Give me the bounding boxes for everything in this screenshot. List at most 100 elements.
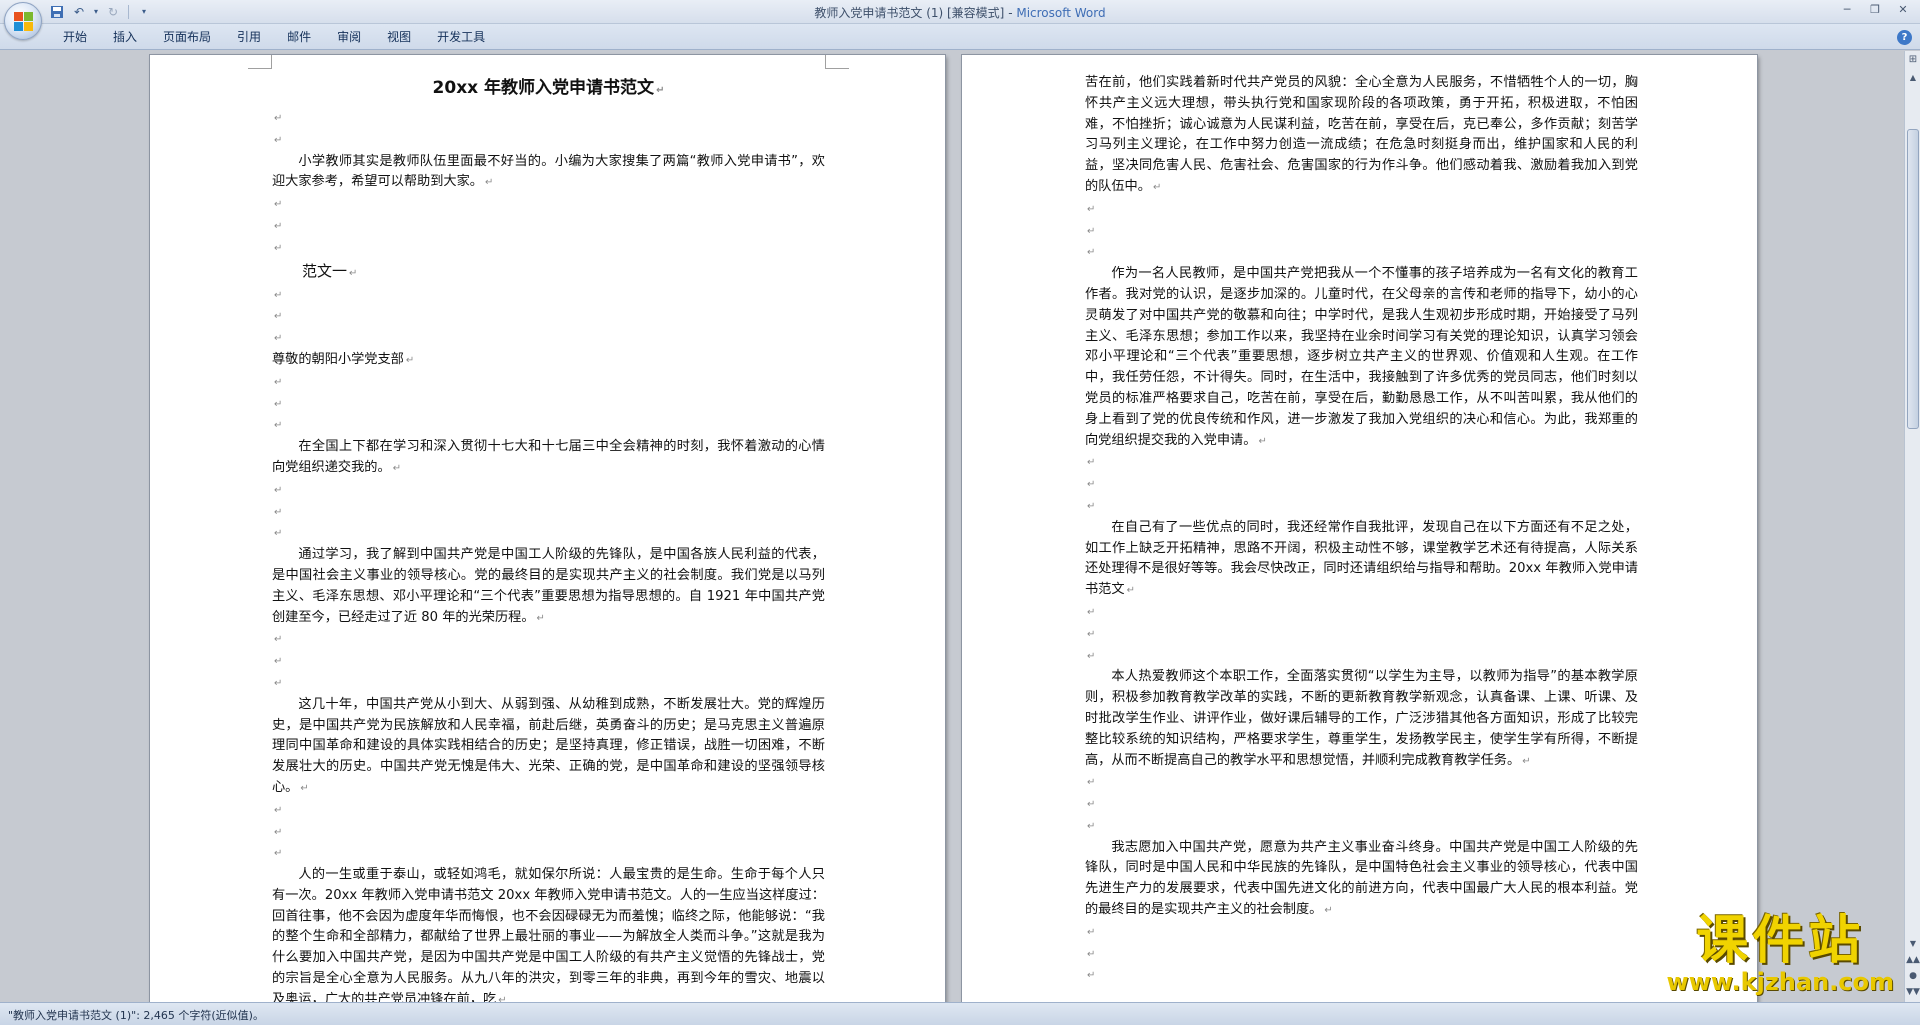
paragraph-mark-icon: ↵ bbox=[274, 376, 283, 388]
paragraph-mark-icon: ↵ bbox=[1087, 820, 1096, 832]
document-workspace[interactable]: 20xx 年教师入党申请书范文 ↵ ↵ ↵ 小学教师其实是教师队伍里面最不好当的。小编为… bbox=[0, 51, 1904, 1002]
restore-icon[interactable]: ❐ bbox=[1864, 2, 1886, 18]
paragraph-mark-icon: ↵ bbox=[274, 333, 283, 345]
paragraph-mark-icon: ↵ bbox=[274, 199, 283, 211]
window-title-doc: 教师入党申请书范文 (1) [兼容模式] bbox=[814, 6, 1005, 20]
paragraph-mark-icon: ↵ bbox=[392, 462, 402, 474]
paragraph-mark-icon: ↵ bbox=[1087, 799, 1096, 811]
empty-paragraph: ↵ bbox=[272, 502, 825, 524]
empty-paragraph: ↵ bbox=[272, 328, 825, 350]
section-heading: 范文一 ↵ bbox=[272, 260, 825, 285]
paragraph-text: 在全国上下都在学习和深入贯彻十七大和十七届三中全会精神的时刻，我怀着激动的心情向… bbox=[272, 439, 825, 475]
previous-page-icon[interactable]: ▲▲ bbox=[1906, 953, 1920, 967]
paragraph-text: 本人热爱教师这个本职工作，全面落实贯彻“以学生为主导，以教师为指导”的基本教学原… bbox=[1085, 669, 1638, 768]
scroll-up-arrow-icon[interactable]: ▲ bbox=[1906, 71, 1920, 85]
empty-paragraph: ↵ bbox=[272, 673, 825, 695]
paragraph-mark-icon: ↵ bbox=[349, 267, 358, 279]
body-paragraph: 人的一生或重于泰山，或轻如鸿毛，就如保尔所说：人最宝贵的是生命。生命于每个人只有… bbox=[272, 865, 825, 1002]
vertical-scrollbar[interactable]: ⊞ ▲ ▼ ▲▲ ● ▼▼ bbox=[1904, 51, 1920, 1002]
ribbon-tab[interactable]: 页面布局 bbox=[150, 24, 224, 50]
paragraph-mark-icon: ↵ bbox=[274, 677, 283, 689]
help-icon[interactable]: ? bbox=[1897, 30, 1912, 45]
empty-paragraph: ↵ bbox=[272, 285, 825, 307]
scroll-down-arrow-icon[interactable]: ▼ bbox=[1906, 937, 1920, 951]
document-page-right[interactable]: 苦在前，他们实践着新时代共产党员的风貌：全心全意为人民服务，不惜牺牲个人的一切，… bbox=[962, 55, 1757, 1002]
paragraph-text: 这几十年，中国共产党从小到大、从弱到强、从幼稚到成熟，不断发展壮大。党的辉煌历史… bbox=[272, 696, 825, 795]
office-button[interactable] bbox=[4, 2, 42, 40]
paragraph-mark-icon: ↵ bbox=[1087, 650, 1096, 662]
empty-paragraph: ↵ bbox=[272, 843, 825, 865]
empty-paragraph: ↵ bbox=[1085, 922, 1638, 944]
paragraph-mark-icon: ↵ bbox=[1087, 203, 1096, 215]
close-icon[interactable]: ✕ bbox=[1892, 2, 1914, 18]
paragraph-mark-icon: ↵ bbox=[274, 113, 283, 124]
paragraph-mark-icon: ↵ bbox=[1087, 777, 1096, 789]
body-paragraph: 在全国上下都在学习和深入贯彻十七大和十七届三中全会精神的时刻，我怀着激动的心情向… bbox=[272, 437, 825, 480]
status-bar: "教师入党申请书范文 (1)": 2,465 个字符(近似值)。 bbox=[0, 1002, 1920, 1025]
empty-paragraph: ↵ bbox=[1085, 944, 1638, 966]
empty-paragraph: ↵ bbox=[1085, 624, 1638, 646]
ribbon-tab[interactable]: 引用 bbox=[224, 24, 274, 50]
window-title: 教师入党申请书范文 (1) [兼容模式] - Microsoft Word bbox=[0, 4, 1920, 21]
empty-paragraph: ↵ bbox=[1085, 474, 1638, 496]
paragraph-mark-icon: ↵ bbox=[1087, 479, 1096, 491]
empty-paragraph: ↵ bbox=[1085, 221, 1638, 243]
paragraph-mark-icon: ↵ bbox=[1152, 181, 1162, 193]
empty-paragraph: ↵ bbox=[272, 130, 825, 152]
paragraph-mark-icon: ↵ bbox=[1258, 435, 1267, 447]
paragraph-mark-icon: ↵ bbox=[498, 994, 507, 1002]
paragraph-mark-icon: ↵ bbox=[274, 804, 283, 816]
page-content-right[interactable]: 苦在前，他们实践着新时代共产党员的风貌：全心全意为人民服务，不惜牺牲个人的一切，… bbox=[1085, 73, 1638, 987]
paragraph-mark-icon: ↵ bbox=[1087, 948, 1096, 960]
empty-paragraph: ↵ bbox=[272, 800, 825, 822]
body-paragraph: 在自己有了一些优点的同时，我还经常作自我批评，发现自己在以下方面还有不足之处，如… bbox=[1085, 518, 1638, 602]
body-paragraph: 作为一名人民教师，是中国共产党把我从一个不懂事的孩子培养成为一名有文化的教育工作… bbox=[1085, 264, 1638, 452]
ribbon-tab[interactable]: 邮件 bbox=[274, 24, 324, 50]
paragraph-mark-icon: ↵ bbox=[1087, 225, 1096, 237]
paragraph-mark-icon: ↵ bbox=[274, 311, 283, 323]
empty-paragraph: ↵ bbox=[272, 651, 825, 673]
paragraph-mark-icon: ↵ bbox=[1522, 755, 1531, 767]
empty-paragraph: ↵ bbox=[1085, 772, 1638, 794]
ribbon-tab[interactable]: 视图 bbox=[374, 24, 424, 50]
empty-paragraph: ↵ bbox=[272, 194, 825, 216]
paragraph-mark-icon: ↵ bbox=[656, 85, 665, 96]
select-browse-object-icon[interactable]: ● bbox=[1906, 969, 1920, 983]
paragraph-mark-icon: ↵ bbox=[536, 612, 545, 624]
empty-paragraph: ↵ bbox=[1085, 199, 1638, 221]
office-logo-icon bbox=[14, 12, 34, 32]
scrollbar-thumb[interactable] bbox=[1907, 129, 1919, 429]
paragraph-mark-icon: ↵ bbox=[274, 528, 283, 540]
window-controls: ─ ❐ ✕ bbox=[1836, 2, 1914, 18]
ribbon-tab[interactable]: 审阅 bbox=[324, 24, 374, 50]
ribbon-tab[interactable]: 开发工具 bbox=[424, 24, 498, 50]
next-page-icon[interactable]: ▼▼ bbox=[1906, 985, 1920, 999]
paragraph-mark-icon: ↵ bbox=[274, 134, 283, 146]
paragraph-text: 在自己有了一些优点的同时，我还经常作自我批评，发现自己在以下方面还有不足之处，如… bbox=[1085, 519, 1638, 598]
document-page-left[interactable]: 20xx 年教师入党申请书范文 ↵ ↵ ↵ 小学教师其实是教师队伍里面最不好当的。小编为… bbox=[150, 55, 945, 1002]
empty-paragraph: ↵ bbox=[1085, 794, 1638, 816]
paragraph-text: 人的一生或重于泰山，或轻如鸿毛，就如保尔所说：人最宝贵的是生命。生命于每个人只有… bbox=[272, 867, 825, 1002]
page-content-left[interactable]: 20xx 年教师入党申请书范文 ↵ ↵ ↵ 小学教师其实是教师队伍里面最不好当的。小编为… bbox=[272, 73, 825, 1002]
ribbon-tab-bar: 开始 插入 页面布局 引用 邮件 审阅 视图 开发工具 ? bbox=[0, 24, 1920, 50]
ribbon-tabs: 开始 插入 页面布局 引用 邮件 审阅 视图 开发工具 bbox=[50, 24, 498, 50]
document-title: 20xx 年教师入党申请书范文 ↵ bbox=[272, 73, 825, 106]
empty-paragraph: ↵ bbox=[1085, 965, 1638, 987]
paragraph-mark-icon: ↵ bbox=[274, 420, 283, 432]
empty-paragraph: ↵ bbox=[272, 108, 825, 130]
empty-paragraph: ↵ bbox=[1085, 602, 1638, 624]
minimize-icon[interactable]: ─ bbox=[1836, 2, 1858, 18]
empty-paragraph: ↵ bbox=[1085, 646, 1638, 668]
paragraph-mark-icon: ↵ bbox=[1087, 970, 1096, 982]
paragraph-mark-icon: ↵ bbox=[274, 289, 283, 301]
view-ruler-icon[interactable]: ⊞ bbox=[1906, 53, 1920, 67]
ribbon-tab[interactable]: 开始 bbox=[50, 24, 100, 50]
paragraph-text: 小学教师其实是教师队伍里面最不好当的。小编为大家搜集了两篇“教师入党申请书”，欢… bbox=[272, 153, 825, 190]
body-paragraph: 我志愿加入中国共产党，愿意为共产主义事业奋斗终身。中国共产党是中国工人阶级的先锋… bbox=[1085, 838, 1638, 922]
paragraph-text: 通过学习，我了解到中国共产党是中国工人阶级的先锋队，是中国各族人民利益的代表，是… bbox=[272, 547, 825, 625]
ribbon-tab[interactable]: 插入 bbox=[100, 24, 150, 50]
window-title-app: Microsoft Word bbox=[1016, 6, 1106, 20]
watermark-url: www.kjzhan.com bbox=[1666, 968, 1894, 996]
empty-paragraph: ↵ bbox=[272, 216, 825, 238]
site-watermark: 课件站 www.kjzhan.com bbox=[1667, 913, 1894, 995]
